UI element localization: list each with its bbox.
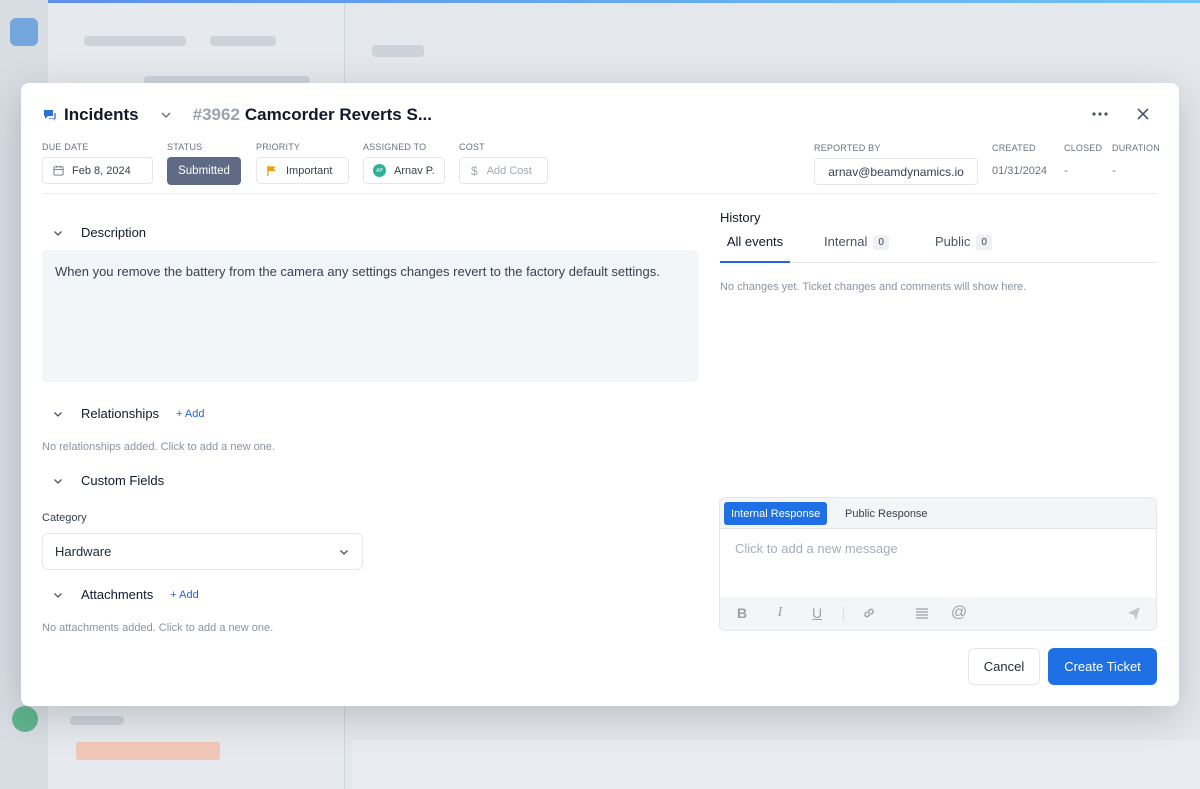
background-placeholder (70, 716, 124, 725)
cancel-button[interactable]: Cancel (968, 648, 1040, 685)
assigned-to-label: ASSIGNED TO (363, 142, 427, 152)
relationships-empty-note[interactable]: No relationships added. Click to add a n… (42, 441, 275, 453)
close-icon[interactable] (1134, 105, 1152, 123)
due-date-label: DUE DATE (42, 142, 89, 152)
tab-public[interactable]: Public 0 (935, 234, 992, 263)
history-tabs: All events Internal 0 Public 0 (720, 234, 1158, 263)
modal-header: Incidents #3962 Camcorder Reverts S... (42, 103, 432, 127)
app-name: Incidents (64, 105, 139, 124)
create-ticket-button[interactable]: Create Ticket (1048, 648, 1157, 685)
category-label: Category (42, 512, 87, 524)
priority-field[interactable]: Important (256, 157, 349, 184)
duration-label: DURATION (1112, 143, 1160, 153)
background-logo (10, 18, 38, 46)
custom-fields-section-header[interactable]: Custom Fields (52, 473, 164, 488)
flag-icon (267, 165, 276, 176)
due-date-field[interactable]: Feb 8, 2024 (42, 157, 153, 184)
priority-value: Important (286, 164, 333, 177)
attachments-empty-note[interactable]: No attachments added. Click to add a new… (42, 622, 273, 634)
description-section-header[interactable]: Description (52, 225, 146, 240)
chevron-down-icon (54, 478, 62, 484)
priority-label: PRIORITY (256, 142, 301, 152)
category-value: Hardware (55, 544, 112, 559)
background-placeholder (372, 45, 424, 57)
message-composer: Internal Response Public Response Click … (719, 497, 1157, 631)
tab-public-response[interactable]: Public Response (845, 502, 928, 525)
chevron-down-icon (54, 411, 62, 417)
due-date-value: Feb 8, 2024 (72, 164, 131, 177)
ticket-number: #3962 (192, 105, 240, 124)
custom-fields-title: Custom Fields (81, 473, 165, 488)
count-badge: 0 (976, 235, 992, 250)
divider (42, 193, 1158, 194)
cost-field[interactable]: $ Add Cost (459, 157, 548, 184)
background-placeholder (84, 36, 186, 46)
cost-placeholder: Add Cost (486, 164, 532, 177)
chevron-down-icon (340, 549, 348, 555)
background-placeholder (210, 36, 276, 46)
underline-icon[interactable]: U (809, 605, 825, 621)
more-options-icon[interactable] (1091, 105, 1109, 123)
tab-internal[interactable]: Internal 0 (824, 234, 889, 263)
status-badge[interactable]: Submitted (167, 157, 241, 185)
send-icon[interactable] (1126, 605, 1142, 621)
assigned-to-field[interactable]: AP Arnav P. (363, 157, 445, 184)
tab-all-events[interactable]: All events (720, 234, 790, 263)
background-placeholder (76, 742, 220, 760)
history-title: History (720, 210, 761, 225)
attachments-section-header[interactable]: Attachments + Add (52, 587, 199, 602)
incidents-icon (44, 110, 56, 121)
tab-label: Internal (824, 234, 868, 249)
mention-icon[interactable]: @ (951, 604, 967, 621)
add-attachment-button[interactable]: + Add (170, 589, 198, 601)
description-title: Description (81, 225, 147, 240)
chevron-down-icon[interactable] (159, 108, 173, 122)
tab-label: Public (935, 234, 971, 249)
reported-by-label: REPORTED BY (814, 143, 881, 153)
background-user-avatar (12, 706, 38, 732)
relationships-section-header[interactable]: Relationships + Add (52, 406, 205, 421)
closed-label: CLOSED (1064, 143, 1103, 153)
description-textarea[interactable]: When you remove the battery from the cam… (42, 250, 698, 382)
italic-icon[interactable]: I (772, 605, 788, 621)
duration-value: - (1112, 165, 1116, 177)
created-label: CREATED (992, 143, 1036, 153)
attachments-title: Attachments (81, 587, 154, 602)
toolbar-divider (843, 607, 844, 621)
calendar-icon (53, 165, 64, 176)
closed-value: - (1064, 165, 1068, 177)
tab-label: All events (726, 234, 784, 249)
chevron-down-icon (54, 230, 62, 236)
tab-internal-response[interactable]: Internal Response (724, 502, 828, 525)
status-label: STATUS (167, 142, 203, 152)
bold-icon[interactable]: B (734, 605, 750, 621)
create-ticket-modal: Incidents #3962 Camcorder Reverts S... D… (21, 83, 1179, 706)
created-value: 01/31/2024 (992, 165, 1048, 177)
ticket-title[interactable]: Camcorder Reverts S... (245, 105, 432, 125)
count-badge: 0 (873, 235, 889, 250)
composer-tabs: Internal Response Public Response (720, 498, 1156, 529)
category-select[interactable]: Hardware (42, 533, 363, 570)
avatar: AP (373, 164, 386, 177)
dollar-icon: $ (471, 163, 478, 178)
cost-label: COST (459, 142, 485, 152)
reported-by-field[interactable]: arnav@beamdynamics.io (814, 158, 978, 185)
relationships-title: Relationships (81, 406, 160, 421)
history-empty-note: No changes yet. Ticket changes and comme… (720, 281, 1027, 293)
background-bottom-bar (352, 740, 1200, 789)
message-input[interactable]: Click to add a new message (735, 541, 898, 556)
add-relationship-button[interactable]: + Add (176, 408, 204, 420)
formatting-toolbar: B I U @ (720, 597, 1156, 630)
chevron-down-icon (54, 592, 62, 598)
link-icon[interactable] (861, 605, 877, 621)
assignee-name: Arnav P. (394, 164, 435, 177)
align-icon[interactable] (914, 605, 930, 621)
